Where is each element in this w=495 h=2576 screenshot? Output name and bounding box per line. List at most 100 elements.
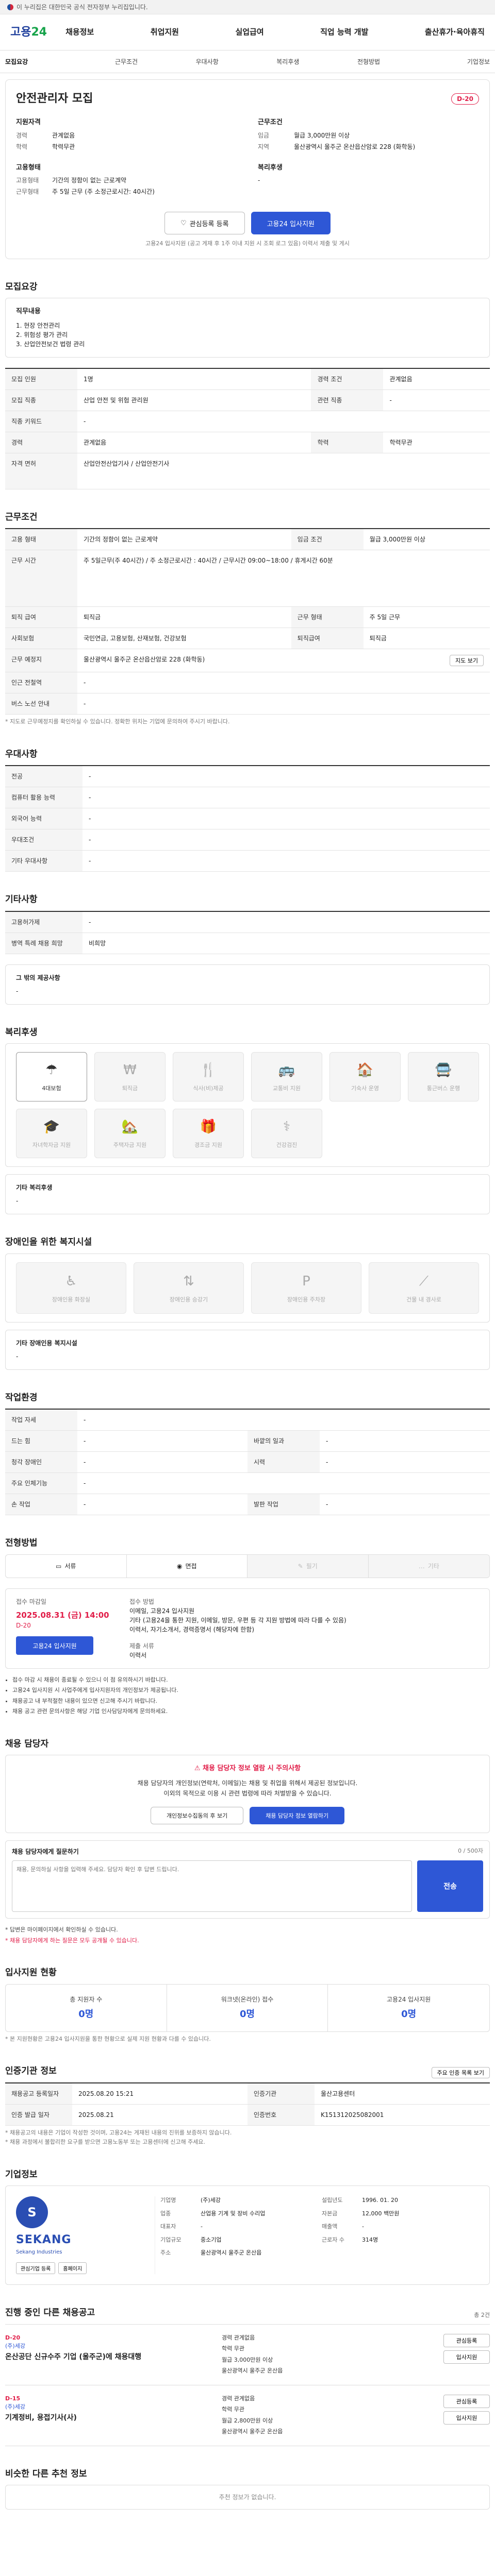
nav-unemployment-benefit[interactable]: 실업급여 (235, 26, 263, 38)
method-icon: ▭ (56, 1562, 62, 1570)
flag-icon (7, 4, 13, 10)
table-value: K151312025082001 (315, 2105, 490, 2126)
view-contact-button[interactable]: 채용 담당자 정보 열람하기 (250, 1807, 345, 1825)
map-button[interactable]: 지도 보기 (450, 655, 484, 666)
job-description-box: 직무내용 1. 현장 안전관리 2. 위험성 평가 관리 3. 산업안전보건 법… (5, 298, 490, 358)
preferences-title: 우대사항 (5, 749, 38, 759)
other-job-scrap-button[interactable]: 관심등록 (443, 2394, 490, 2408)
scrap-button[interactable]: ♡ 관심등록 등록 (164, 212, 245, 234)
other-job-meta: 경력 관계없음 학력 무관 월급 2,800만원 이상 울산광역시 울주군 온산읍 (222, 2395, 423, 2436)
dday-badge: D-20 (451, 93, 479, 105)
follow-company-button[interactable]: 관심기업 등록 (16, 2262, 56, 2275)
company-logo-block: S SEKANG Sekang Industries 관심기업 등록 홈페이지 (16, 2196, 155, 2275)
job-description-line: 2. 위험성 평가 관리 (16, 331, 68, 338)
welfare-box: ☂ 4대보험 ₩ 퇴직금 🍴 식사(비)제공 🚌 교통비 지원 🏠 기숙사 운영 🚍 통근버스 운행 🎓… (5, 1043, 490, 1167)
kv-key: 지역 (258, 143, 270, 150)
company-logo-sub: Sekang Industries (16, 2249, 62, 2256)
applicant-note: * 본 지원현황은 고용24 입사지원을 통한 현황으로 실제 지원 현황과 다… (5, 2035, 211, 2042)
tab-selection[interactable]: 전형방법 (328, 57, 409, 66)
tab-company[interactable]: 기업정보 (409, 57, 490, 66)
warn-body-line: 이외의 목적으로 이용 시 관련 법령에 따라 처벌받을 수 있습니다. (163, 1789, 332, 1797)
company-info-value: - (201, 2223, 203, 2230)
kv-key: 경력 (16, 131, 28, 139)
company-info-value: (주)세강 (201, 2197, 221, 2204)
nav-employment-support[interactable]: 취업지원 (151, 26, 179, 38)
table-value: 울산고용센터 (315, 2083, 490, 2105)
other-job-title[interactable]: 온산공단 신규수주 기업 (울주군)에 채용대행 (5, 2352, 217, 2363)
table-row: 병역 특례 채용 희망 비희망 (5, 933, 490, 954)
contact-warning-heading: ⚠ 채용 담당자 정보 열람 시 주의사항 (16, 1764, 479, 1774)
other-job-actions: 관심등록입사지원 (428, 2394, 490, 2436)
table-key: 관련 직종 (311, 389, 384, 411)
summary-heading: 근무조건 (258, 118, 283, 126)
welfare-etc-value: - (16, 1197, 19, 1205)
others-table: 고용허가제 - 병역 특례 채용 희망 비희망 (5, 910, 490, 954)
welfare-label: 퇴직금 (122, 1085, 138, 1092)
note-item: 채용 공고 관련 문의사항은 해당 기업 인사담당자에게 문의하세요. (12, 1707, 490, 1716)
table-key: 고용허가제 (5, 911, 82, 933)
other-job-item[interactable]: D-20 (주)세강 온산공단 신규수주 기업 (울주군)에 채용대행 경력 관계없음… (5, 2324, 490, 2385)
welfare-item: ☂ 4대보험 (16, 1052, 87, 1101)
documents-label: 제출 서류 (129, 1642, 154, 1650)
table-row: 고용 형태 기간의 정함이 없는 근로계약 임금 조건 월급 3,000만원 이상 (5, 529, 490, 550)
company-info-key: 업종 (160, 2210, 171, 2217)
company-info-key: 매출액 (322, 2223, 338, 2230)
other-job-meta-item: 울산광역시 울주군 온산읍 (222, 2428, 283, 2435)
welfare-label: 자녀학자금 지원 (32, 1142, 71, 1149)
logo-text: 고용 (10, 26, 31, 39)
nav-vocational-training[interactable]: 직업 능력 개발 (320, 26, 368, 38)
kv-key: 학력 (16, 143, 28, 150)
inquiry-textarea[interactable] (12, 1860, 412, 1912)
table-row: 손 작업 - 발판 작업 - (5, 1494, 490, 1515)
alert-icon: ⚠ (194, 1765, 203, 1772)
selection-method: … 기타 (368, 1554, 489, 1578)
facility-icon: ⟋ (419, 1273, 429, 1289)
nav-jobs[interactable]: 채용정보 (65, 26, 94, 38)
welfare-icon: 🚍 (435, 1062, 452, 1078)
table-row: 전공 - (5, 766, 490, 787)
kv-value: 관계없음 (52, 131, 75, 139)
conditions-note: * 지도로 근무예정지를 확인하실 수 있습니다. 정확한 위치는 기업에 문의… (5, 718, 230, 725)
certification-list-button[interactable]: 주요 인증 목록 보기 (431, 2066, 490, 2078)
job-description-line: 3. 산업안전보건 법령 관리 (16, 340, 85, 348)
company-homepage-button[interactable]: 홈페이지 (58, 2262, 87, 2275)
company-info-value: 중소기업 (201, 2236, 222, 2243)
others-extra-value: - (16, 987, 19, 995)
recruit-title: 모집요강 (5, 281, 38, 292)
table-key: 인증기관 (248, 2083, 315, 2105)
apply-button-secondary[interactable]: 고용24 입사지원 (16, 1636, 93, 1655)
table-value: 1명 (77, 368, 311, 390)
nav-parental-leave[interactable]: 출산휴가·육아휴직 (425, 26, 485, 38)
other-job-item[interactable]: D-15 (주)세강 기계정비, 용접기사(사) 경력 관계없음 학력 무관 월급 2,8… (5, 2384, 490, 2446)
send-inquiry-button[interactable]: 전송 (417, 1860, 483, 1912)
apply-button[interactable]: 고용24 입사지원 (251, 212, 331, 234)
company-card: S SEKANG Sekang Industries 관심기업 등록 홈페이지 … (5, 2185, 490, 2285)
site-logo[interactable]: 고용24 (10, 24, 47, 41)
kv-key: 근무형태 (16, 188, 39, 195)
tab-preferences[interactable]: 우대사항 (167, 57, 248, 66)
welfare-etc-heading: 기타 복리후생 (16, 1184, 53, 1191)
tab-conditions[interactable]: 근무조건 (86, 57, 167, 66)
other-job-apply-button[interactable]: 입사지원 (443, 2350, 490, 2364)
company-info-key: 기업규모 (160, 2236, 182, 2243)
other-job-main: D-15 (주)세강 기계정비, 용접기사(사) (5, 2395, 217, 2436)
company-info-key (322, 2249, 358, 2258)
other-job-title[interactable]: 기계정비, 용접기사(사) (5, 2413, 217, 2424)
selection-notes: 접수 마감 시 채용이 종료될 수 있으니 이 점 유의하시기 바랍니다. 고용… (5, 1676, 490, 1716)
other-job-scrap-button[interactable]: 관심등록 (443, 2333, 490, 2347)
tab-recruit[interactable]: 모집요강 (5, 57, 86, 66)
facility-item: ♿ 장애인용 화장실 (16, 1262, 126, 1314)
selection-method: ▭ 서류 (6, 1554, 127, 1578)
kv-key: 임금 (258, 131, 270, 139)
table-value: - (77, 1451, 248, 1473)
table-key: 외국어 능력 (5, 808, 82, 829)
view-contact-consent-button[interactable]: 개인정보수집동의 후 보기 (150, 1807, 244, 1825)
summary-conditions: 근무조건 임금 월급 3,000만원 이상 지역 울산광역시 울주군 온산읍산암로 … (258, 117, 479, 154)
tab-welfare[interactable]: 복리후생 (248, 57, 328, 66)
note-item: 고용24 입사지원 시 사업주에게 입사지원자의 개인정보가 제공됩니다. (12, 1686, 490, 1695)
table-key: 경력 조건 (311, 368, 384, 390)
other-job-apply-button[interactable]: 입사지원 (443, 2411, 490, 2425)
company-info-value: 314명 (362, 2236, 378, 2243)
table-value: - (82, 766, 490, 787)
company-info-value: 울산광역시 울주군 온산읍 (201, 2249, 262, 2257)
